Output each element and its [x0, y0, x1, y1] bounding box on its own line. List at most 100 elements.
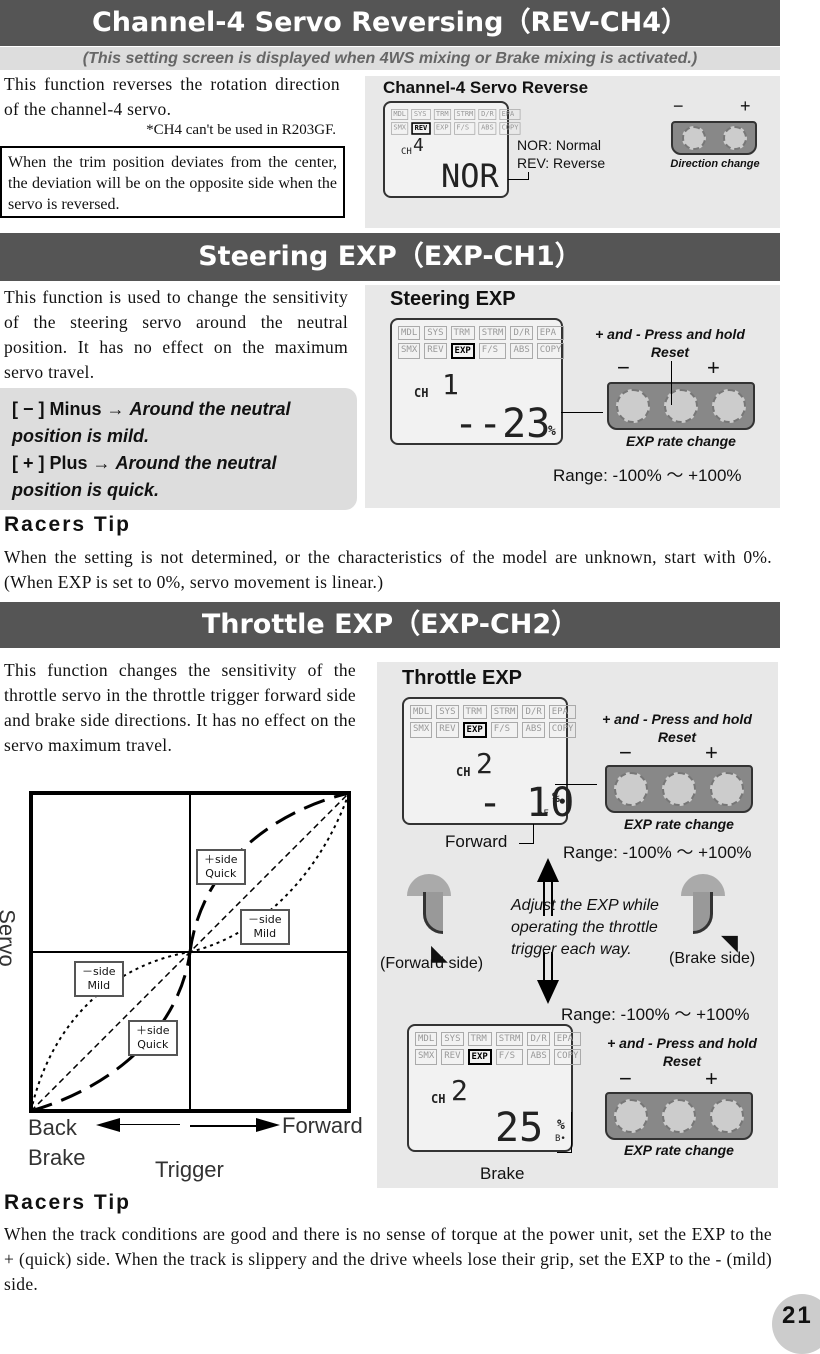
hold-text: + and - Press and hold — [607, 1035, 757, 1051]
plus-button[interactable] — [722, 126, 747, 150]
reset-button[interactable] — [662, 772, 696, 806]
ch-number: 4 — [413, 135, 424, 156]
exp-buttons[interactable] — [607, 382, 755, 430]
exp-rate-caption: EXP rate change — [626, 433, 736, 449]
menu-item-rev: REV — [411, 122, 431, 135]
plus-label: + — [705, 740, 718, 765]
minus-button[interactable] — [681, 126, 706, 150]
arrow-up-icon — [537, 858, 559, 882]
range-text-forward: Range: -100% ～ +100% — [563, 843, 752, 862]
menu-item-copy: COPY — [499, 122, 521, 135]
menu-item-rev: REV — [424, 343, 447, 359]
section-subtitle: (This setting screen is displayed when 4… — [0, 47, 780, 70]
range-text-brake: Range: -100% ～ +100% — [561, 1005, 750, 1024]
menu-item-strm: STRM — [454, 109, 476, 120]
throttle-exp-description: This function changes the sensitivity of… — [4, 660, 356, 755]
minus-button[interactable] — [616, 389, 650, 423]
lcd-forward: MDL SYS TRM STRM D/R EPA SMX REV EXP F/S ABS COPY C… — [402, 697, 577, 825]
section-title-exp-ch2: Throttle EXP（EXP-CH2） — [0, 602, 780, 648]
minus-label: − — [619, 1066, 632, 1091]
panel-title: Channel-4 Servo Reverse — [383, 78, 589, 97]
reset-text: Reset — [657, 729, 697, 745]
box-text: Mild — [87, 979, 111, 992]
forward-indicator: •F — [538, 809, 549, 819]
menu-item-epa: EPA — [499, 109, 521, 120]
menu-item-strm: STRM — [490, 705, 519, 719]
menu-item-dr: D/R — [522, 705, 545, 719]
hold-reset-caption: + and - Press and hold Reset — [582, 1034, 782, 1070]
minus-plus-explanation: [ − ] Minus → Around the neutral positio… — [0, 388, 357, 510]
menu-item-strm: STRM — [495, 1032, 524, 1046]
reset-text: Reset — [662, 1053, 702, 1069]
ch-label: CH — [414, 386, 429, 400]
ch-label: CH — [431, 1092, 446, 1106]
legend-normal: NOR: Normal — [517, 137, 602, 153]
menu-item-smx: SMX — [391, 122, 409, 135]
minus-side-mild-box: －side Mild — [74, 961, 124, 997]
ch-number: 2 — [476, 747, 493, 780]
exp-rate-caption: EXP rate change — [624, 816, 734, 832]
reset-button[interactable] — [664, 389, 698, 423]
trigger-brake-icon: ◥ — [677, 874, 738, 955]
plus-button[interactable] — [710, 1099, 744, 1133]
exp-rate-caption: EXP rate change — [624, 1142, 734, 1158]
menu-item-trm: TRM — [450, 326, 475, 340]
menu-item-mdl: MDL — [398, 326, 421, 340]
menu-item-abs: ABS — [522, 722, 545, 738]
minus-button[interactable] — [614, 772, 648, 806]
arrow-left-icon — [96, 1118, 120, 1132]
plus-side-quick-box: ＋side Quick — [128, 1020, 178, 1056]
menu-item-fs: F/S — [454, 122, 476, 135]
arrow-down-icon — [537, 980, 559, 1004]
minus-label: − — [673, 96, 684, 116]
plus-side-quick-box: ＋side Quick — [196, 849, 246, 885]
racers-tip-title: Racers Tip — [4, 513, 131, 536]
forward-label: Forward — [445, 832, 508, 851]
legend-reverse: REV: Reverse — [517, 155, 606, 171]
exp-buttons-brake[interactable] — [605, 1092, 753, 1140]
menu-item-copy: COPY — [553, 1049, 582, 1065]
plus-label: + — [705, 1066, 718, 1091]
plus-button[interactable] — [710, 772, 744, 806]
menu-item-abs: ABS — [478, 122, 497, 135]
menu-item-sys: SYS — [411, 109, 431, 120]
minus-label: − — [619, 740, 632, 765]
box-text: Mild — [253, 927, 277, 940]
menu-item-epa: EPA — [553, 1032, 582, 1046]
menu-item-abs: ABS — [527, 1049, 550, 1065]
direction-buttons[interactable] — [671, 121, 757, 155]
reset-text: Reset — [650, 344, 690, 360]
box-text: ＋side — [204, 853, 238, 866]
throttle-exp-panel: Throttle EXP MDL SYS TRM STRM D/R EPA SMX REV EX… — [377, 662, 778, 1188]
menu-item-smx: SMX — [415, 1049, 438, 1065]
exp-buttons-forward[interactable] — [605, 765, 753, 813]
menu-item-mdl: MDL — [391, 109, 409, 120]
exp-curve-graph: ＋side Quick －side Mild －side Mild ＋side Quic… — [0, 785, 375, 1195]
menu-item-copy: COPY — [536, 343, 565, 359]
menu-item-sys: SYS — [424, 326, 447, 340]
minus-key: [ − ] Minus — [12, 399, 102, 419]
rev-legend: NOR: Normal REV: Reverse — [517, 136, 605, 172]
menu-item-fs: F/S — [495, 1049, 524, 1065]
arrow: → — [106, 399, 125, 419]
steering-exp-description: This function is used to change the sens… — [4, 287, 348, 382]
menu-item-dr: D/R — [510, 326, 533, 340]
box-text: ＋side — [136, 1024, 170, 1037]
arrow-right-icon — [256, 1118, 280, 1132]
page-number: 21 — [772, 1294, 820, 1354]
menu-item-abs: ABS — [510, 343, 533, 359]
rev-value: NOR — [441, 157, 499, 195]
reset-button[interactable] — [662, 1099, 696, 1133]
minus-side-mild-box: －side Mild — [240, 909, 290, 945]
minus-button[interactable] — [614, 1099, 648, 1133]
exp-value: --23 — [454, 401, 551, 447]
ch4-note: *CH4 can't be used in R203GF. — [146, 122, 336, 138]
menu-item-sys: SYS — [436, 705, 459, 719]
menu-item-copy: COPY — [548, 722, 577, 738]
plus-button[interactable] — [712, 389, 746, 423]
menu-item-epa: EPA — [536, 326, 565, 340]
direction-change-caption: Direction change — [670, 158, 760, 170]
racers-tip-text: When the track conditions are good and t… — [4, 1224, 772, 1294]
brake-label: Brake — [480, 1164, 525, 1183]
percent-unit: % — [548, 424, 556, 439]
